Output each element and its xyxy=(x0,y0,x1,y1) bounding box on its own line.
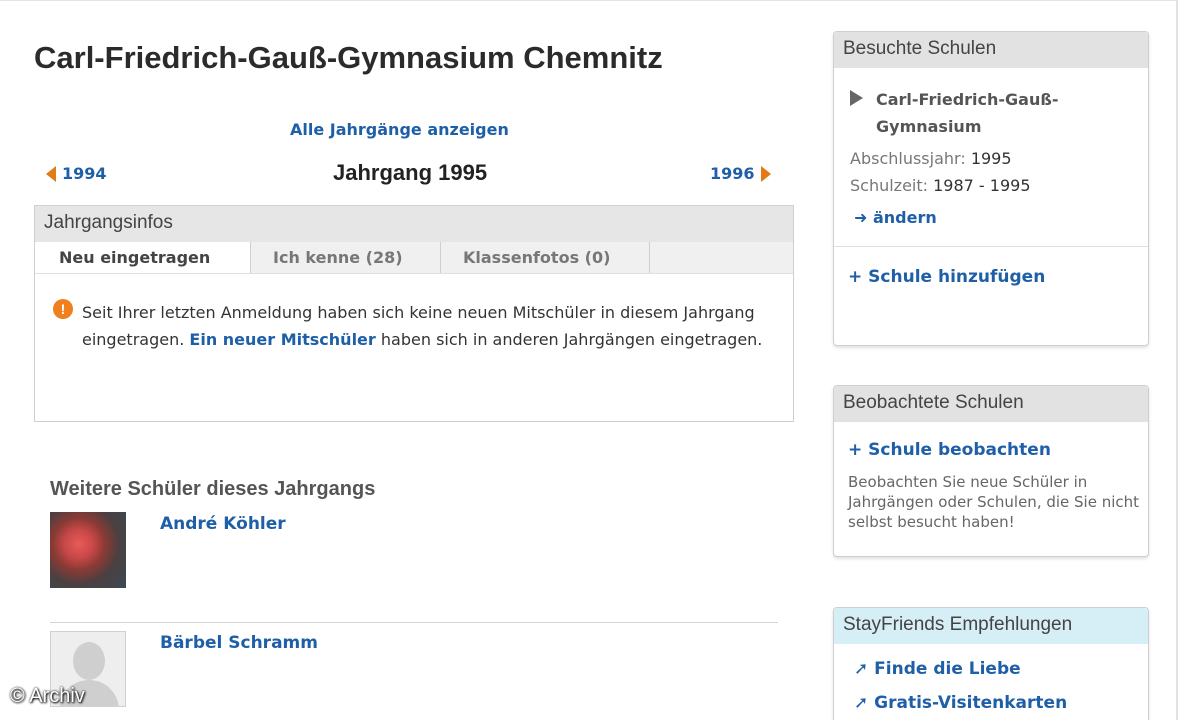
list-item: André Köhler xyxy=(50,512,778,590)
visited-schools-header: Besuchte Schulen xyxy=(834,32,1148,68)
watermark: © Archiv xyxy=(10,685,85,707)
visited-schools-box: Besuchte Schulen Carl-Friedrich-Gauß-Gym… xyxy=(833,31,1149,346)
avatar[interactable] xyxy=(50,512,126,588)
school-time: Schulzeit: 1987 - 1995 xyxy=(850,176,1031,195)
year-info-header: Jahrgangsinfos xyxy=(35,206,793,242)
graduation-value: 1995 xyxy=(970,149,1012,168)
find-love-link[interactable]: ➚ Finde die Liebe xyxy=(854,659,1021,679)
info-icon: ! xyxy=(53,299,73,319)
watch-school-link[interactable]: + Schule beobachten xyxy=(848,440,1051,460)
graduation-label: Abschlussjahr: xyxy=(850,149,966,168)
info-message-part2: haben sich in anderen Jahrgängen eingetr… xyxy=(380,330,763,349)
tab-class-photos[interactable]: Klassenfotos (0) xyxy=(441,242,650,273)
person-silhouette-icon xyxy=(73,642,105,680)
school-name[interactable]: Carl-Friedrich-Gauß-Gymnasium xyxy=(876,86,1126,140)
year-info-tabs: Neu eingetragen Ich kenne (28) Klassenfo… xyxy=(35,242,793,274)
next-year-label: 1996 xyxy=(710,164,755,183)
recommendations-header: StayFriends Empfehlungen xyxy=(834,608,1148,644)
student-name-link[interactable]: André Köhler xyxy=(160,514,286,534)
add-school-link[interactable]: + Schule hinzufügen xyxy=(848,267,1045,287)
business-cards-link[interactable]: ➚ Gratis-Visitenkarten xyxy=(854,693,1067,713)
prev-year-link[interactable]: 1994 xyxy=(46,164,107,183)
watched-schools-box: Beobachtete Schulen + Schule beobachten … xyxy=(833,385,1149,557)
info-message: Seit Ihrer letzten Anmeldung haben sich … xyxy=(82,299,772,353)
school-time-value: 1987 - 1995 xyxy=(933,176,1031,195)
recommendations-box: StayFriends Empfehlungen ➚ Finde die Lie… xyxy=(833,607,1149,720)
page-title: Carl-Friedrich-Gauß-Gymnasium Chemnitz xyxy=(34,40,663,75)
all-years-link[interactable]: Alle Jahrgänge anzeigen xyxy=(290,120,509,139)
play-triangle-icon xyxy=(850,90,863,106)
change-link[interactable]: ➜ ändern xyxy=(854,208,937,227)
watched-schools-header: Beobachtete Schulen xyxy=(834,386,1148,422)
list-item: Bärbel Schramm xyxy=(50,622,778,720)
arrow-right-icon xyxy=(760,165,771,182)
student-name-link[interactable]: Bärbel Schramm xyxy=(160,633,318,653)
graduation-year: Abschlussjahr: 1995 xyxy=(850,149,1012,168)
arrow-left-icon xyxy=(46,165,56,182)
year-info-box: Jahrgangsinfos Neu eingetragen Ich kenne… xyxy=(34,205,794,422)
tab-i-know[interactable]: Ich kenne (28) xyxy=(251,242,441,273)
school-time-label: Schulzeit: xyxy=(850,176,929,195)
watch-description: Beobachten Sie neue Schüler in Jahrgänge… xyxy=(848,473,1140,531)
top-border xyxy=(0,0,1176,3)
divider xyxy=(834,246,1148,247)
new-classmate-link[interactable]: Ein neuer Mitschüler xyxy=(189,330,375,349)
next-year-link[interactable]: 1996 xyxy=(710,164,771,183)
current-year-title: Jahrgang 1995 xyxy=(333,160,488,185)
page-right-edge xyxy=(1176,0,1178,720)
more-students-title: Weitere Schüler dieses Jahrgangs xyxy=(50,478,376,500)
tab-new-entries[interactable]: Neu eingetragen xyxy=(35,242,251,273)
prev-year-label: 1994 xyxy=(62,164,107,183)
